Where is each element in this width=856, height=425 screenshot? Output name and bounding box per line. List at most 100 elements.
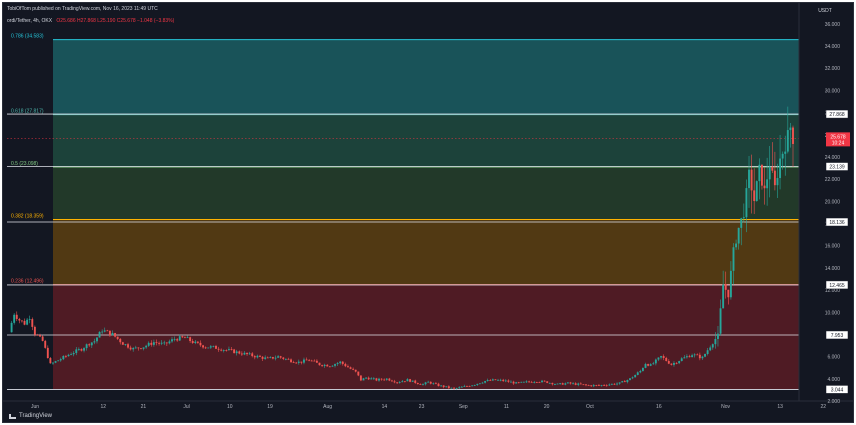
candle-body (326, 364, 329, 367)
candle-body (437, 383, 440, 387)
fib-level-label: 0.5 (23.098) (11, 161, 38, 167)
candle-body (189, 337, 192, 342)
candle-body (592, 385, 595, 387)
candle-body (605, 385, 608, 387)
candle-body (587, 385, 590, 386)
candle-body (647, 364, 650, 366)
candle-body (393, 381, 396, 383)
candle-body (499, 379, 502, 381)
candle-body (165, 342, 168, 344)
candle-body (569, 382, 572, 384)
candle-body (54, 361, 57, 363)
candle-body (758, 164, 761, 182)
candle-body (331, 365, 334, 367)
candle-body (196, 341, 199, 343)
candle-body (522, 381, 525, 383)
candle-body (220, 349, 223, 351)
candle-body (80, 349, 83, 351)
candle-body (486, 380, 489, 382)
candle-body (678, 361, 681, 364)
candle-body (52, 362, 54, 364)
candle-body (714, 338, 717, 345)
time-tick-label: 20 (544, 404, 550, 410)
candle-body (566, 382, 569, 384)
candle-body (693, 354, 696, 356)
price-tick-label: 4.000 (827, 377, 840, 383)
candle-body (152, 342, 155, 345)
candle-body (535, 382, 538, 383)
time-tick-label: 10 (227, 404, 233, 410)
candle-body (572, 383, 575, 385)
candle-body (282, 357, 285, 359)
candle-body (771, 166, 774, 171)
candle-body (349, 367, 352, 369)
candle-body (427, 381, 430, 383)
candle-body (378, 378, 380, 381)
candle-body (458, 387, 461, 389)
candle-body (334, 364, 336, 366)
candle-body (440, 385, 443, 387)
candle-body (652, 363, 655, 365)
candle-body (150, 342, 153, 345)
candle-body (108, 330, 111, 336)
candle-body (321, 365, 324, 366)
candle-body (701, 356, 704, 359)
candle-body (621, 381, 624, 383)
tradingview-logo-text: TradingView (19, 413, 53, 419)
candle-body (445, 386, 448, 388)
candle-body (264, 357, 267, 359)
price-tick-label: 22.000 (825, 177, 841, 183)
candle-body (163, 342, 166, 344)
symbol-info: ordi/Tether, 4h, OKX O25.686 H27.868 L25… (7, 18, 174, 24)
candle-body (773, 170, 776, 186)
candle-body (442, 385, 445, 388)
candle-body (719, 308, 722, 334)
candle-body (543, 380, 546, 382)
candle-body (737, 227, 740, 244)
candle-body (649, 364, 652, 366)
chart-canvas[interactable]: 0.786 (34.583)0.618 (27.817)0.5 (23.098)… (3, 3, 853, 422)
candle-body (784, 151, 787, 154)
candle-body (336, 363, 339, 365)
time-tick-label: 14 (382, 404, 388, 410)
candle-body (199, 342, 202, 346)
candle-body (414, 380, 417, 383)
candle-body (98, 331, 101, 338)
candle-body (233, 349, 236, 354)
candle-body (359, 375, 362, 381)
candle-body (124, 344, 127, 346)
candle-body (680, 358, 683, 362)
candle-body (49, 358, 52, 364)
candle-body (375, 378, 378, 381)
candle-body (215, 345, 217, 349)
symbol-name[interactable]: ordi/Tether, 4h, OKX (7, 18, 52, 24)
candle-body (155, 342, 158, 344)
candle-body (41, 336, 44, 341)
publish-info: TobiOfTom published on TradingView.com, … (7, 6, 158, 12)
candle-body (763, 185, 766, 189)
tradingview-logo[interactable]: TradingView (9, 413, 52, 419)
candle-body (308, 360, 311, 362)
candle-body (683, 357, 686, 359)
candle-body (240, 353, 243, 355)
candle-body (341, 361, 344, 364)
candle-body (776, 178, 779, 186)
candle-body (657, 357, 660, 360)
candle-body (77, 349, 80, 350)
candle-body (504, 380, 507, 382)
candle-body (121, 342, 124, 345)
candle-body (644, 364, 647, 368)
candle-body (709, 347, 712, 351)
candle-body (673, 362, 675, 365)
candle-body (450, 387, 453, 389)
level-price-tag-label: 27.868 (829, 112, 845, 118)
candle-body (83, 348, 85, 351)
candle-body (665, 357, 668, 361)
time-tick-label: Oct (586, 404, 594, 410)
candle-body (248, 353, 251, 355)
candle-body (101, 331, 104, 333)
candle-body (119, 338, 122, 343)
candle-body (792, 127, 794, 144)
candle-body (740, 218, 743, 228)
candle-body (753, 190, 756, 202)
